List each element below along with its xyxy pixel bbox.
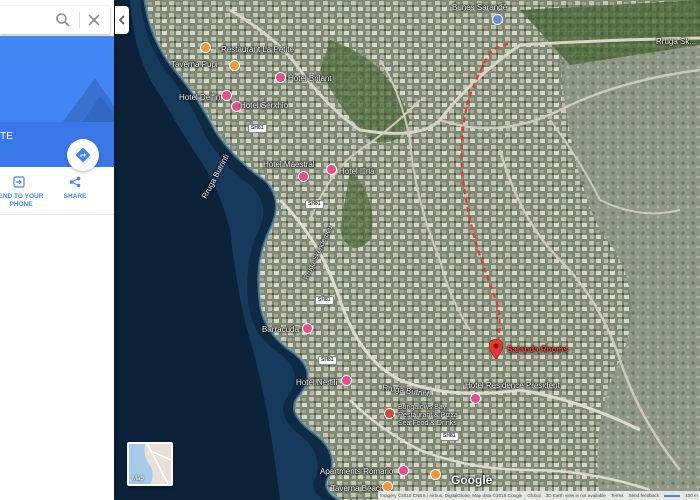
label-hotel-iliria: Hotel Iliria xyxy=(339,167,375,176)
hotel-icon[interactable] xyxy=(221,90,232,101)
label-hotel-delfini: Hotel Delfini xyxy=(179,93,223,102)
send-to-phone-label[interactable]: END TO YOUR PHONE xyxy=(0,193,46,209)
terms-link[interactable]: Terms xyxy=(611,493,624,498)
scale-bar xyxy=(664,494,681,497)
label-taverna-pupi: Taverna Pupi xyxy=(171,60,218,69)
search-box xyxy=(0,6,110,34)
map-type-toggle[interactable]: Map xyxy=(127,442,173,486)
label-saranda-rooms: Saranda Rooms xyxy=(507,345,568,354)
hotel-icon[interactable] xyxy=(341,375,352,386)
label-hotel-residence-president: Hotel Residence President xyxy=(465,381,560,390)
place-actions: END TO YOUR PHONE SHARE xyxy=(0,167,114,215)
place-title: TE xyxy=(0,131,14,142)
road-shield: SH81 xyxy=(440,432,459,441)
restaurant-icon[interactable] xyxy=(200,42,211,53)
close-icon[interactable] xyxy=(86,12,102,28)
hotel-icon[interactable] xyxy=(275,72,286,83)
place-photo-placeholder xyxy=(0,36,114,126)
label-apartments-romario: Apartments Romario xyxy=(320,467,394,476)
global-link[interactable]: Global xyxy=(527,493,540,498)
location-pin-icon[interactable] xyxy=(489,339,503,359)
search-divider xyxy=(79,12,80,28)
hotel-icon[interactable] xyxy=(398,465,409,476)
label-bay-line3: Sea Food & Drinks xyxy=(398,420,457,427)
road-shield: SH81 xyxy=(315,296,334,305)
scale-label: 100 m xyxy=(685,493,698,498)
send-to-phone-icon[interactable] xyxy=(13,176,25,188)
place-header: TE Directions xyxy=(0,36,114,190)
feedback-link[interactable]: Send feedback xyxy=(628,493,659,498)
label-hotel-maestral: Hotel Maestral xyxy=(263,160,315,169)
label-bungalows-bay: Bungalows Bay xyxy=(398,404,447,411)
restaurant-icon[interactable] xyxy=(430,469,441,480)
label-bay-line2: Restaurant & Pizza xyxy=(398,412,458,419)
road-shield: SH81 xyxy=(318,356,337,365)
road-shield: SH81 xyxy=(305,200,324,209)
map-footer: Imagery ©2018 CNES / Airbus, DigitalGlob… xyxy=(378,491,700,500)
hotel-icon[interactable] xyxy=(298,171,309,182)
share-icon[interactable] xyxy=(69,176,81,188)
label-rruga-skenderbeu: Rruga Sk... xyxy=(656,37,697,46)
label-barracuda: Barracuda xyxy=(262,325,299,334)
label-bunes-sarande: Bunes Sarandë xyxy=(452,3,508,12)
earth-view-note: 3D Earth view is not available xyxy=(545,493,606,498)
search-input[interactable] xyxy=(0,6,50,34)
directions-icon xyxy=(75,147,91,163)
chevron-left-icon xyxy=(118,15,125,25)
road-shield: SH81 xyxy=(248,124,267,133)
map-toggle-label: Map xyxy=(132,476,144,482)
imagery-attribution: Imagery ©2018 CNES / Airbus, DigitalGlob… xyxy=(380,493,523,498)
label-restaurant-la-petite: Restaurant La Petite xyxy=(221,45,294,54)
google-logo: Google xyxy=(451,473,493,487)
collapse-panel-button[interactable] xyxy=(115,6,129,34)
hotel-icon[interactable] xyxy=(326,164,337,175)
label-taverna-beach: Taverna Beach xyxy=(331,484,385,493)
restaurant-icon[interactable] xyxy=(384,408,395,419)
label-hotel-nertili: Hotel Nertili xyxy=(296,378,338,387)
hotel-icon[interactable] xyxy=(302,323,313,334)
bus-station-icon[interactable] xyxy=(492,14,503,25)
share-label[interactable]: SHARE xyxy=(55,193,95,200)
search-icon[interactable] xyxy=(55,12,71,28)
label-hotel-serxhio: Hotel Serxhio xyxy=(240,101,289,110)
place-panel: TE Directions END TO YOUR PHONE SHARE xyxy=(0,0,114,500)
label-hotel-brilant: Hotel Brilant xyxy=(288,74,332,83)
hotel-icon[interactable] xyxy=(470,393,481,404)
restaurant-icon[interactable] xyxy=(229,60,240,71)
